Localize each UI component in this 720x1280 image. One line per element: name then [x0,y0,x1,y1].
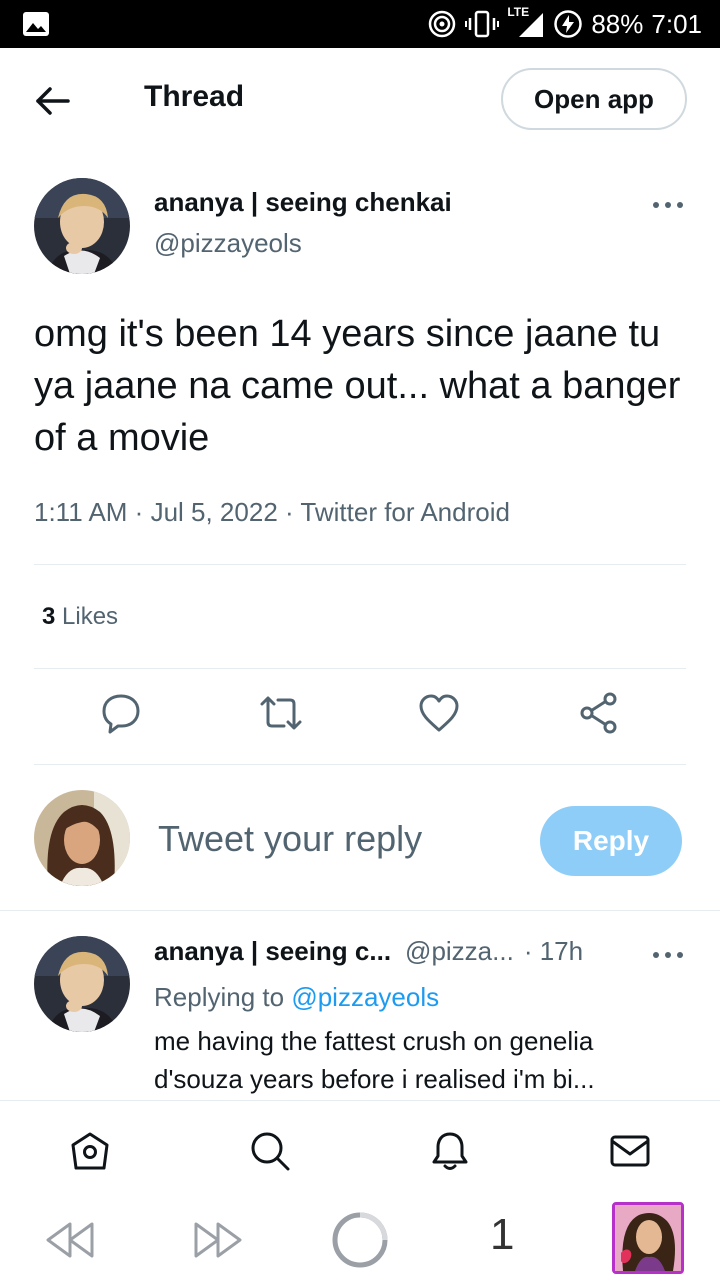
like-heart-icon[interactable] [416,690,462,736]
open-app-button[interactable]: Open app [501,68,687,130]
divider [34,668,686,669]
hotspot-icon [429,10,456,38]
author-avatar[interactable] [34,178,130,274]
reply-author-avatar[interactable] [34,936,130,1032]
search-icon[interactable] [248,1129,292,1173]
browser-forward-icon[interactable] [190,1218,244,1262]
clock: 7:01 [651,8,702,39]
battery-charging-icon [554,10,583,38]
notifications-bell-icon[interactable] [428,1129,472,1173]
divider [0,910,720,911]
messages-envelope-icon[interactable] [608,1129,652,1173]
likes-count-link[interactable]: 3 Likes [42,603,118,631]
replying-to-handle-link[interactable]: @pizzayeols [291,982,439,1012]
reply-more-options-icon[interactable] [652,947,684,963]
replying-to-label: Replying to [154,982,285,1012]
author-handle[interactable]: @pizzayeols [154,228,302,259]
reply-header: ananya | seeing c... @pizza... · 17h [154,936,583,967]
signal-icon: LTE [507,5,545,39]
retweet-icon[interactable] [258,690,304,736]
replying-to: Replying to @pizzayeols [154,982,439,1013]
reply-icon[interactable] [98,690,144,736]
browser-profile-thumbnail[interactable] [612,1202,684,1274]
likes-label: Likes [62,603,119,630]
reply-input[interactable]: Tweet your reply [158,818,422,860]
divider [34,564,686,565]
bottom-navigation [0,1100,720,1200]
vibrate-icon [465,10,500,38]
tweet-actions [0,690,720,746]
tweet-metadata: 1:11 AM · Jul 5, 2022 · Twitter for Andr… [34,497,510,527]
more-options-icon[interactable] [652,197,684,213]
author-display-name[interactable]: ananya | seeing chenkai [154,187,452,218]
reload-loading-icon[interactable] [330,1210,390,1270]
back-arrow-icon[interactable] [30,81,74,121]
tab-count[interactable]: 1 [490,1210,514,1260]
browser-back-icon[interactable] [44,1218,98,1262]
reply-tweet-text: me having the fattest crush on genelia d… [154,1026,595,1094]
reply-button[interactable]: Reply [540,806,682,876]
reply-timestamp[interactable]: · 17h [524,936,583,966]
reply-author-handle[interactable]: @pizza... [405,936,514,966]
page-title: Thread [144,80,245,113]
likes-count: 3 [42,603,56,630]
home-icon[interactable] [68,1129,112,1173]
image-notification-icon [23,12,49,36]
reply-author-display-name[interactable]: ananya | seeing c... [154,936,391,966]
thread-header: Thread Open app [0,48,720,154]
current-user-avatar [34,790,130,886]
status-bar: LTE 88% 7:01 [0,0,720,48]
divider [34,764,686,765]
battery-percent: 88% [591,8,644,39]
tweet-text: omg it's been 14 years since jaane tu ya… [34,313,681,459]
share-icon[interactable] [576,690,622,736]
